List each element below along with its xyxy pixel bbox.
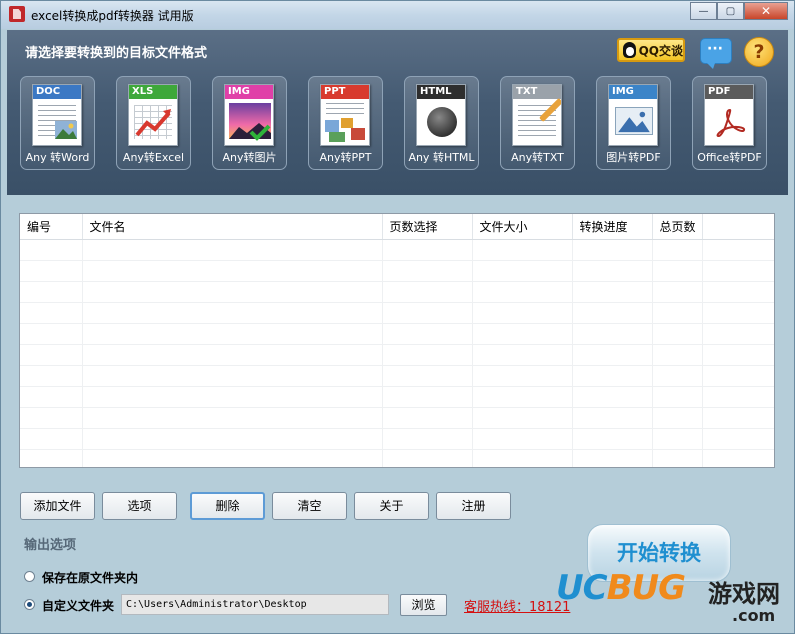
col-header-filename[interactable]: 文件名	[82, 214, 383, 240]
col-header-page-select[interactable]: 页数选择	[382, 214, 473, 240]
watermark-cn: 游戏网	[708, 580, 780, 608]
text-lines-graphic	[326, 103, 364, 117]
format-any-to-html[interactable]: HTML Any 转HTML	[404, 76, 479, 170]
format-tag: PPT	[321, 85, 369, 99]
save-original-folder-label[interactable]: 保存在原文件夹内	[42, 569, 138, 586]
qq-penguin-icon	[623, 42, 636, 58]
table-body	[20, 239, 774, 467]
col-header-index[interactable]: 编号	[20, 214, 83, 240]
col-header-total-pages[interactable]: 总页数	[652, 214, 703, 240]
html-file-icon: HTML	[416, 84, 466, 146]
table-row	[20, 344, 774, 366]
format-label: Any转PPT	[319, 151, 372, 164]
table-row	[20, 407, 774, 429]
qq-chat-button[interactable]: QQ交谈	[617, 38, 685, 62]
options-button[interactable]: 选项	[102, 492, 177, 520]
qq-chat-label: QQ交谈	[638, 43, 683, 58]
format-header-panel: 请选择要转换到的目标文件格式 QQ交谈 ? DOC Any 转Word	[7, 30, 788, 195]
header-title: 请选择要转换到的目标文件格式	[25, 46, 208, 61]
format-tag: HTML	[417, 85, 465, 99]
format-tag: XLS	[129, 85, 177, 99]
format-any-to-ppt[interactable]: PPT Any转PPT	[308, 76, 383, 170]
txt-file-icon: TXT	[512, 84, 562, 146]
title-bar[interactable]: excel转换成pdf转换器 试用版 — ▢ ✕	[1, 1, 794, 29]
format-tag: PDF	[705, 85, 753, 99]
format-label: 图片转PDF	[606, 151, 661, 164]
format-office-to-pdf[interactable]: PDF Office转PDF	[692, 76, 767, 170]
file-list-table[interactable]: 编号 文件名 页数选择 文件大小 转换进度 总页数	[19, 213, 775, 468]
excel-sheet-icon: XLS	[128, 84, 178, 146]
watermark-brand: UCBUG	[556, 568, 686, 608]
format-label: Any转图片	[222, 151, 277, 164]
ucbug-watermark-logo: UCBUG 游戏网 .com	[556, 568, 792, 630]
word-doc-icon: DOC	[32, 84, 82, 146]
add-file-button[interactable]: 添加文件	[20, 492, 95, 520]
format-any-to-image[interactable]: IMG Any转图片	[212, 76, 287, 170]
col-header-file-size[interactable]: 文件大小	[472, 214, 573, 240]
format-label: Any 转HTML	[408, 151, 475, 164]
table-row	[20, 239, 774, 261]
format-any-to-txt[interactable]: TXT Any转TXT	[500, 76, 575, 170]
format-selector: DOC Any 转Word XLS Any转Excel IMG Any转图片 P…	[20, 76, 780, 170]
table-row	[20, 365, 774, 387]
table-row	[20, 428, 774, 450]
support-hotline-link[interactable]: 客服热线：18121	[464, 596, 570, 615]
chart-arrow-icon	[135, 109, 171, 137]
delete-button[interactable]: 删除	[190, 492, 265, 520]
about-button[interactable]: 关于	[354, 492, 429, 520]
register-button[interactable]: 注册	[436, 492, 511, 520]
window-title: excel转换成pdf转换器 试用版	[31, 9, 194, 23]
format-label: Any转Excel	[122, 151, 185, 164]
custom-folder-label[interactable]: 自定义文件夹	[42, 597, 114, 614]
table-row	[20, 449, 774, 467]
format-tag: IMG	[225, 85, 273, 99]
format-any-to-word[interactable]: DOC Any 转Word	[20, 76, 95, 170]
format-label: Office转PDF	[697, 151, 762, 164]
output-path-field[interactable]: C:\Users\Administrator\Desktop	[121, 594, 389, 615]
landscape-picture-icon	[615, 107, 653, 135]
watermark-domain: .com	[732, 606, 776, 625]
format-image-to-pdf[interactable]: IMG 图片转PDF	[596, 76, 671, 170]
format-any-to-excel[interactable]: XLS Any转Excel	[116, 76, 191, 170]
app-pdf-icon	[9, 6, 25, 22]
minimize-button[interactable]: —	[690, 2, 717, 20]
format-label: Any 转Word	[25, 151, 90, 164]
format-tag: IMG	[609, 85, 657, 99]
col-header-spacer	[702, 214, 774, 240]
table-row	[20, 260, 774, 282]
format-tag: TXT	[513, 85, 561, 99]
pdf-file-icon: PDF	[704, 84, 754, 146]
table-row	[20, 302, 774, 324]
save-original-folder-radio[interactable]	[24, 571, 35, 582]
clear-button[interactable]: 清空	[272, 492, 347, 520]
output-options-label: 输出选项	[24, 538, 77, 553]
format-label: Any转TXT	[511, 151, 564, 164]
checkmark-icon	[249, 124, 271, 141]
table-header-row: 编号 文件名 页数选择 文件大小 转换进度 总页数	[20, 214, 774, 240]
col-header-progress[interactable]: 转换进度	[572, 214, 653, 240]
help-icon[interactable]: ?	[744, 37, 774, 67]
ppt-file-icon: PPT	[320, 84, 370, 146]
slide-photos-icon	[325, 118, 365, 142]
window-controls: — ▢ ✕	[690, 2, 788, 20]
custom-folder-radio[interactable]	[24, 599, 35, 610]
close-button[interactable]: ✕	[744, 2, 788, 20]
table-row	[20, 386, 774, 408]
chat-bubble-icon[interactable]	[700, 38, 732, 69]
table-row	[20, 323, 774, 345]
format-tag: DOC	[33, 85, 81, 99]
table-row	[20, 281, 774, 303]
maximize-button[interactable]: ▢	[717, 2, 744, 20]
globe-icon	[427, 107, 457, 137]
app-window: excel转换成pdf转换器 试用版 — ▢ ✕ 请选择要转换到的目标文件格式 …	[0, 0, 795, 634]
acrobat-logo-icon	[716, 108, 745, 137]
photo-thumbnail-icon	[55, 121, 77, 139]
browse-button[interactable]: 浏览	[400, 594, 447, 616]
image-to-pdf-icon: IMG	[608, 84, 658, 146]
